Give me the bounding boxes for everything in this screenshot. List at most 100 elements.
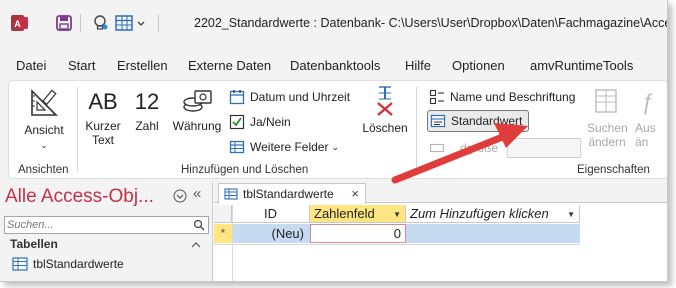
tab-tblstandardwerte[interactable]: tblStandardwerte × bbox=[218, 183, 366, 204]
column-header-zahlenfeld-label: Zahlenfeld bbox=[314, 206, 375, 221]
cell-zahlenfeld-new[interactable]: 0 bbox=[310, 224, 406, 243]
tab-label: tblStandardwerte bbox=[243, 187, 334, 201]
svg-text:A: A bbox=[14, 19, 21, 29]
suchen-label-2: ändern bbox=[588, 135, 626, 149]
calendar-icon bbox=[229, 90, 245, 105]
table-view-icon[interactable] bbox=[114, 13, 134, 33]
column-header-id-label: ID bbox=[264, 206, 277, 221]
document-tabstrip: tblStandardwerte × bbox=[214, 181, 667, 204]
ja-nein-button[interactable]: Ja/Nein bbox=[229, 112, 291, 132]
text-ab-icon: AB bbox=[88, 89, 118, 114]
ansicht-button[interactable]: Ansicht ⌄ bbox=[15, 87, 73, 153]
menu-start[interactable]: Start bbox=[68, 58, 95, 73]
waehrung-button[interactable]: Währung bbox=[169, 89, 225, 133]
kurzer-text-label-2: Text bbox=[91, 133, 114, 147]
default-value-icon bbox=[430, 114, 446, 128]
grid-line bbox=[232, 205, 233, 281]
menu-bar: Datei Start Erstellen Externe Daten Date… bbox=[0, 50, 667, 78]
standardwert-button[interactable]: Standardwert bbox=[427, 110, 530, 132]
title-separator bbox=[158, 14, 159, 32]
nav-section-tabellen[interactable]: Tabellen bbox=[10, 237, 58, 251]
navigation-pane: Alle Access-Obj... « Tabellen tblStandar… bbox=[0, 181, 213, 281]
ja-nein-label: Ja/Nein bbox=[250, 115, 291, 129]
datasheet-area: tblStandardwerte × ID Zahlenfeld ▼ Zum H… bbox=[214, 181, 667, 281]
delete-column-icon bbox=[377, 86, 393, 116]
ruler-triangle-icon bbox=[31, 89, 58, 116]
shutter-bar-icon[interactable]: « bbox=[193, 185, 201, 202]
nav-object-tblstandardwerte[interactable]: tblStandardwerte bbox=[12, 257, 124, 271]
section-collapse-icon[interactable] bbox=[190, 240, 202, 250]
feldgroesse-input[interactable] bbox=[507, 138, 581, 158]
checkbox-icon bbox=[229, 114, 245, 130]
nav-object-label: tblStandardwerte bbox=[33, 257, 124, 271]
ansicht-dropdown-icon: ⌄ bbox=[40, 141, 48, 150]
row-selector-header[interactable] bbox=[214, 205, 232, 223]
menu-datenbanktools[interactable]: Datenbanktools bbox=[290, 58, 380, 73]
feldgroesse-label: dgröße bbox=[460, 141, 499, 155]
suchen-aendern-button[interactable]: Suchen ändern bbox=[587, 87, 628, 149]
search-icon[interactable] bbox=[193, 219, 205, 231]
table-fields-icon bbox=[229, 140, 245, 154]
nav-search-input[interactable] bbox=[5, 217, 185, 233]
name-caption-icon bbox=[429, 89, 444, 105]
currency-icon bbox=[183, 90, 212, 112]
name-beschriftung-button[interactable]: Name und Beschriftung bbox=[429, 87, 575, 107]
title-bar: A 2202_Standardwerte : Datenbank- C:\Use… bbox=[0, 0, 667, 46]
cell-id-new[interactable]: (Neu) bbox=[232, 224, 310, 243]
feldgroesse-field[interactable]: dgröße bbox=[429, 138, 498, 158]
quick-access-separator bbox=[80, 14, 81, 32]
menu-hilfe[interactable]: Hilfe bbox=[405, 58, 431, 73]
number-12-icon: 12 bbox=[134, 89, 160, 114]
new-record-marker[interactable]: * bbox=[214, 224, 232, 243]
suchen-label-1: Suchen bbox=[587, 121, 628, 135]
menu-amvruntimetools[interactable]: amvRuntimeTools bbox=[530, 58, 633, 73]
loeschen-label: Löschen bbox=[362, 121, 408, 135]
kurzer-text-label-1: Kurzer bbox=[85, 119, 121, 133]
weitere-felder-button[interactable]: Weitere Felder ⌄ bbox=[229, 137, 339, 157]
loeschen-button[interactable]: Löschen bbox=[361, 85, 409, 135]
menu-optionen[interactable]: Optionen bbox=[452, 58, 505, 73]
menu-erstellen[interactable]: Erstellen bbox=[117, 58, 168, 73]
group-label-eigenschaften: Eigenschaften bbox=[577, 164, 650, 176]
ribbon: Ansicht ⌄ Ansichten AB Kurzer Text 12 Za… bbox=[8, 80, 667, 179]
ausdruck-aendern-button[interactable]: ƒ Aus än bbox=[635, 87, 665, 149]
menu-externe-daten[interactable]: Externe Daten bbox=[188, 58, 271, 73]
ausdruck-label-1: Aus bbox=[635, 121, 656, 135]
nav-search-box[interactable] bbox=[4, 216, 209, 234]
group-label-hinzufuegen: Hinzufügen und Löschen bbox=[181, 164, 309, 176]
kurzer-text-button[interactable]: AB Kurzer Text bbox=[81, 89, 125, 147]
table-icon bbox=[224, 188, 238, 200]
expression-icon: ƒ bbox=[641, 89, 654, 114]
group-label-ansichten: Ansichten bbox=[18, 164, 69, 176]
grid-line bbox=[214, 244, 580, 245]
nav-menu-chevron-icon[interactable] bbox=[173, 189, 187, 203]
field-size-icon bbox=[429, 143, 445, 153]
waehrung-label: Währung bbox=[172, 119, 222, 133]
menu-datei[interactable]: Datei bbox=[16, 58, 46, 73]
access-window: A 2202_Standardwerte : Datenbank- C:\Use… bbox=[0, 0, 668, 282]
zahl-label: Zahl bbox=[135, 119, 159, 133]
datum-uhrzeit-label: Datum und Uhrzeit bbox=[250, 90, 351, 104]
table-icon bbox=[12, 257, 28, 271]
standardwert-label: Standardwert bbox=[451, 114, 523, 128]
column-header-add[interactable]: Zum Hinzufügen klicken ▼ bbox=[406, 205, 580, 223]
nav-pane-title[interactable]: Alle Access-Obj... bbox=[5, 186, 154, 208]
add-field-dropdown-icon[interactable]: ▼ bbox=[567, 210, 575, 219]
lightbulb-icon[interactable] bbox=[90, 13, 110, 33]
column-header-zahlenfeld[interactable]: Zahlenfeld ▼ bbox=[310, 205, 406, 223]
lookup-change-icon bbox=[595, 89, 617, 113]
save-icon[interactable] bbox=[54, 13, 74, 33]
close-icon[interactable]: × bbox=[351, 186, 359, 201]
column-filter-dropdown-icon[interactable]: ▼ bbox=[393, 210, 401, 219]
group-separator bbox=[77, 87, 78, 171]
table-row-new[interactable]: * (Neu) 0 bbox=[214, 224, 580, 243]
access-app-icon[interactable]: A bbox=[10, 13, 30, 33]
datum-uhrzeit-button[interactable]: Datum und Uhrzeit bbox=[229, 87, 350, 107]
ausdruck-label-2: än bbox=[635, 135, 649, 149]
zahl-button[interactable]: 12 Zahl bbox=[129, 89, 165, 133]
column-header-id[interactable]: ID bbox=[232, 205, 310, 223]
group-separator bbox=[416, 87, 417, 171]
weitere-felder-chevron-icon: ⌄ bbox=[331, 141, 340, 152]
weitere-felder-label: Weitere Felder bbox=[250, 140, 329, 154]
customize-chevron-icon[interactable] bbox=[135, 13, 147, 33]
